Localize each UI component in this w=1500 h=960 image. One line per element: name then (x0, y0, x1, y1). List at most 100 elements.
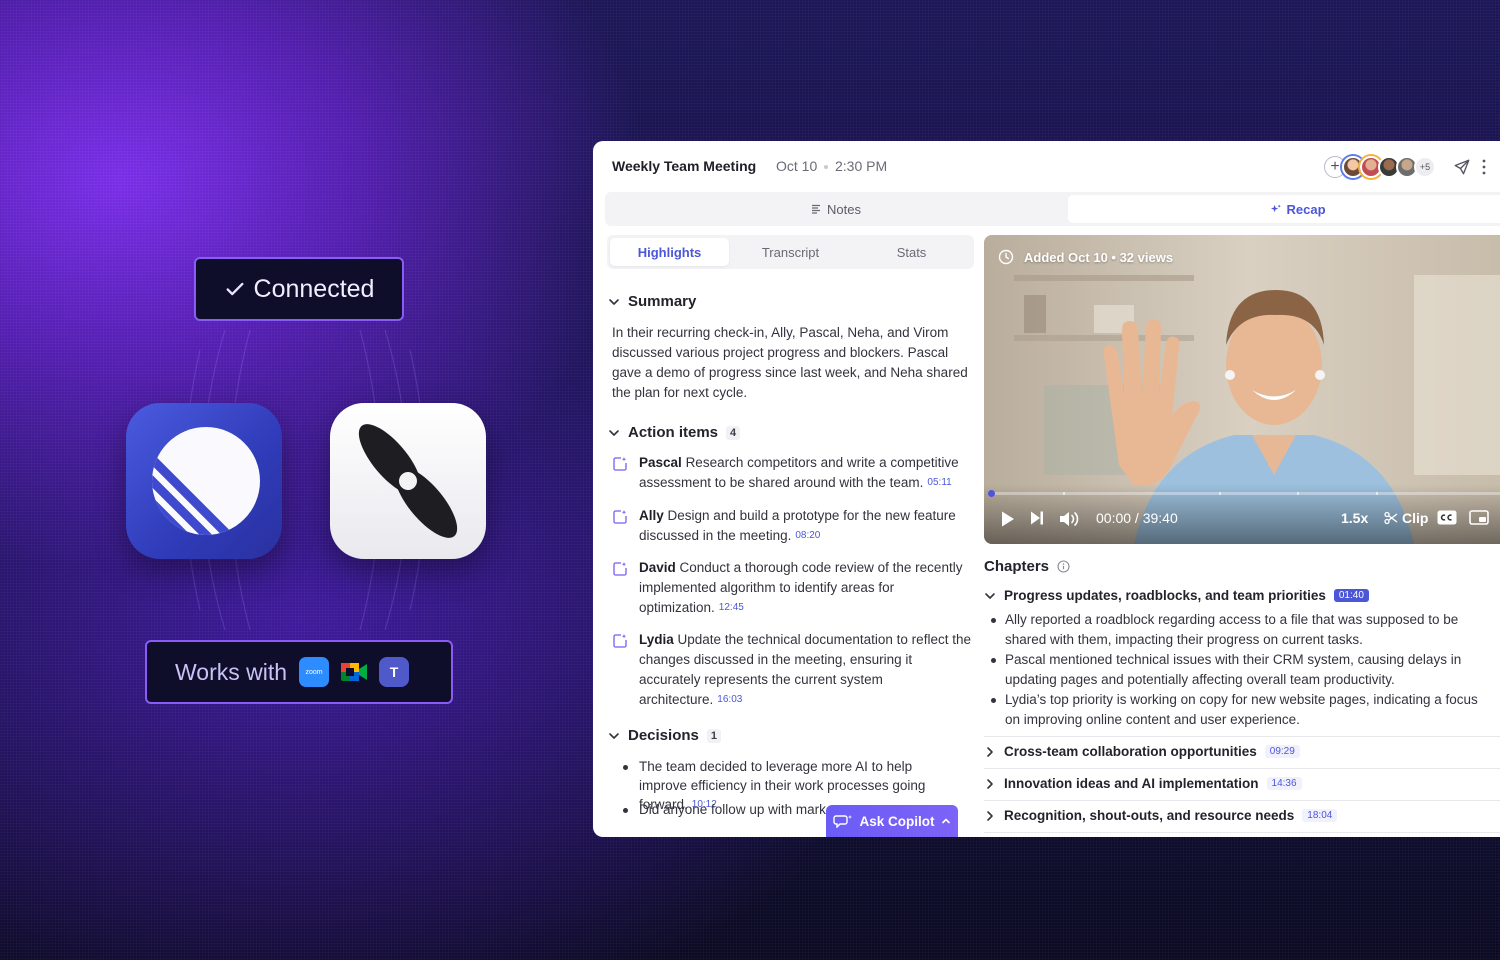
video-player[interactable]: Added Oct 10 • 32 views 00:00 / 39:40 1.… (984, 235, 1500, 544)
action-item[interactable]: David Conduct a thorough code review of … (612, 558, 972, 618)
add-task-sparkle-icon[interactable] (612, 633, 628, 649)
chevron-up-icon (941, 818, 950, 824)
video-progress-bar[interactable] (988, 490, 1500, 497)
chevron-down-icon (609, 298, 619, 305)
clip-button[interactable]: Clip (1384, 510, 1428, 526)
chapter-timestamp[interactable]: 01:40 (1333, 589, 1369, 602)
divider (984, 800, 1500, 801)
clock-icon (998, 249, 1014, 265)
action-item[interactable]: Pascal Research competitors and write a … (612, 453, 972, 493)
chapter-item[interactable]: Recognition, shout-outs, and resource ne… (984, 808, 1500, 823)
more-options-icon[interactable] (1481, 158, 1487, 176)
add-task-sparkle-icon[interactable] (612, 456, 628, 472)
chapter-title: Cross-team collaboration opportunities (1004, 744, 1257, 759)
timestamp-link[interactable]: 05:11 (927, 477, 951, 488)
timestamp-link[interactable]: 08:20 (795, 530, 820, 541)
recap-toggle[interactable]: Recap (1068, 195, 1500, 223)
summary-title: Summary (628, 293, 697, 310)
action-items-header[interactable]: Action items 4 (608, 424, 741, 441)
chapter-bullet: Pascal mentioned technical issues with t… (991, 650, 1491, 690)
tab-transcript[interactable]: Transcript (731, 238, 850, 266)
chapter-tick (1297, 492, 1299, 495)
recap-tabs: Highlights Transcript Stats (607, 235, 974, 269)
action-item[interactable]: Lydia Update the technical documentation… (612, 630, 972, 710)
timestamp-link[interactable]: 16:03 (717, 694, 742, 705)
works-with-badge: Works with zoom T (145, 640, 453, 704)
skip-next-button[interactable] (1030, 510, 1044, 526)
video-added-date: Added Oct 10 (1024, 249, 1108, 265)
chapter-item[interactable]: Progress updates, roadblocks, and team p… (984, 588, 1500, 603)
chapter-title: Progress updates, roadblocks, and team p… (1004, 588, 1326, 603)
add-task-sparkle-icon[interactable] (612, 509, 628, 525)
top-bar: Weekly Team Meeting Oct 10 2:30 PM + +5 (593, 141, 1500, 191)
tab-highlights[interactable]: Highlights (610, 238, 729, 266)
captions-button[interactable] (1437, 510, 1457, 525)
scissors-icon (1384, 511, 1398, 525)
microsoft-teams-icon: T (379, 657, 410, 687)
chevron-right-icon (987, 746, 993, 757)
decisions-header[interactable]: Decisions 1 (608, 727, 721, 744)
skip-next-icon (1031, 511, 1043, 525)
assignee: Ally (639, 508, 664, 523)
assignee: Pascal (639, 455, 682, 470)
info-icon[interactable] (1057, 560, 1070, 573)
meeting-title: Weekly Team Meeting (612, 158, 757, 174)
add-task-sparkle-icon[interactable] (612, 561, 628, 577)
chevron-down-icon (609, 732, 619, 739)
video-views: 32 views (1119, 249, 1174, 265)
action-text: Update the technical documentation to re… (639, 632, 971, 707)
chapter-timestamp[interactable]: 14:36 (1266, 777, 1302, 790)
chevron-down-icon (609, 429, 619, 436)
notes-label: Notes (827, 201, 861, 217)
meeting-window: Weekly Team Meeting Oct 10 2:30 PM + +5 … (593, 141, 1500, 837)
action-items-title: Action items (628, 424, 719, 441)
connected-label: Connected (253, 274, 375, 303)
chapter-tick (1219, 492, 1221, 495)
play-button[interactable] (1000, 510, 1016, 528)
play-icon (1002, 511, 1014, 527)
divider (984, 736, 1500, 737)
meeting-time: 2:30 PM (835, 158, 888, 174)
chapter-tick (1063, 492, 1065, 495)
chapter-item[interactable]: Innovation ideas and AI implementation 1… (984, 776, 1500, 791)
participants: + +5 (1324, 155, 1436, 179)
picture-in-picture-icon (1469, 510, 1489, 525)
tab-stats[interactable]: Stats (852, 238, 971, 266)
decisions-title: Decisions (628, 727, 699, 744)
more-participants[interactable]: +5 (1414, 156, 1436, 178)
notes-toggle[interactable]: Notes (605, 192, 1067, 226)
action-items-count: 4 (726, 425, 741, 440)
works-with-label: Works with (175, 658, 288, 685)
chevron-right-icon (987, 778, 993, 789)
video-time: 00:00 / 39:40 (1096, 510, 1178, 526)
chapter-timestamp[interactable]: 18:04 (1302, 809, 1338, 822)
playback-speed[interactable]: 1.5x (1341, 510, 1368, 526)
chapter-bullet: Ally reported a roadblock regarding acce… (991, 610, 1491, 650)
chapter-timestamp[interactable]: 09:29 (1264, 745, 1300, 758)
linear-logo-icon (152, 427, 260, 535)
chevron-down-icon (985, 592, 995, 599)
circleback-app-icon (330, 403, 486, 559)
action-item[interactable]: Ally Design and build a prototype for th… (612, 506, 972, 546)
checkmark-icon (226, 282, 244, 296)
volume-button[interactable] (1059, 510, 1081, 528)
chapter-title: Innovation ideas and AI implementation (1004, 776, 1259, 791)
chevron-right-icon (987, 810, 993, 821)
sparkle-icon (1271, 203, 1282, 212)
progress-knob[interactable] (988, 490, 995, 497)
summary-header[interactable]: Summary (608, 293, 696, 310)
share-send-icon[interactable] (1453, 158, 1471, 176)
volume-icon (1060, 512, 1079, 526)
ask-copilot-button[interactable]: Ask Copilot (826, 805, 958, 837)
link-logo-icon (358, 424, 458, 538)
current-time: 00:00 (1096, 510, 1132, 526)
timestamp-link[interactable]: 12:45 (719, 602, 744, 613)
linear-app-icon (126, 403, 282, 559)
notes-icon (812, 204, 821, 214)
chapter-tick (1376, 492, 1378, 495)
closed-captions-icon (1437, 510, 1457, 525)
picture-in-picture-button[interactable] (1469, 510, 1489, 525)
separator-dot (824, 165, 828, 169)
chapter-item[interactable]: Cross-team collaboration opportunities 0… (984, 744, 1500, 759)
connected-badge: Connected (194, 257, 404, 321)
